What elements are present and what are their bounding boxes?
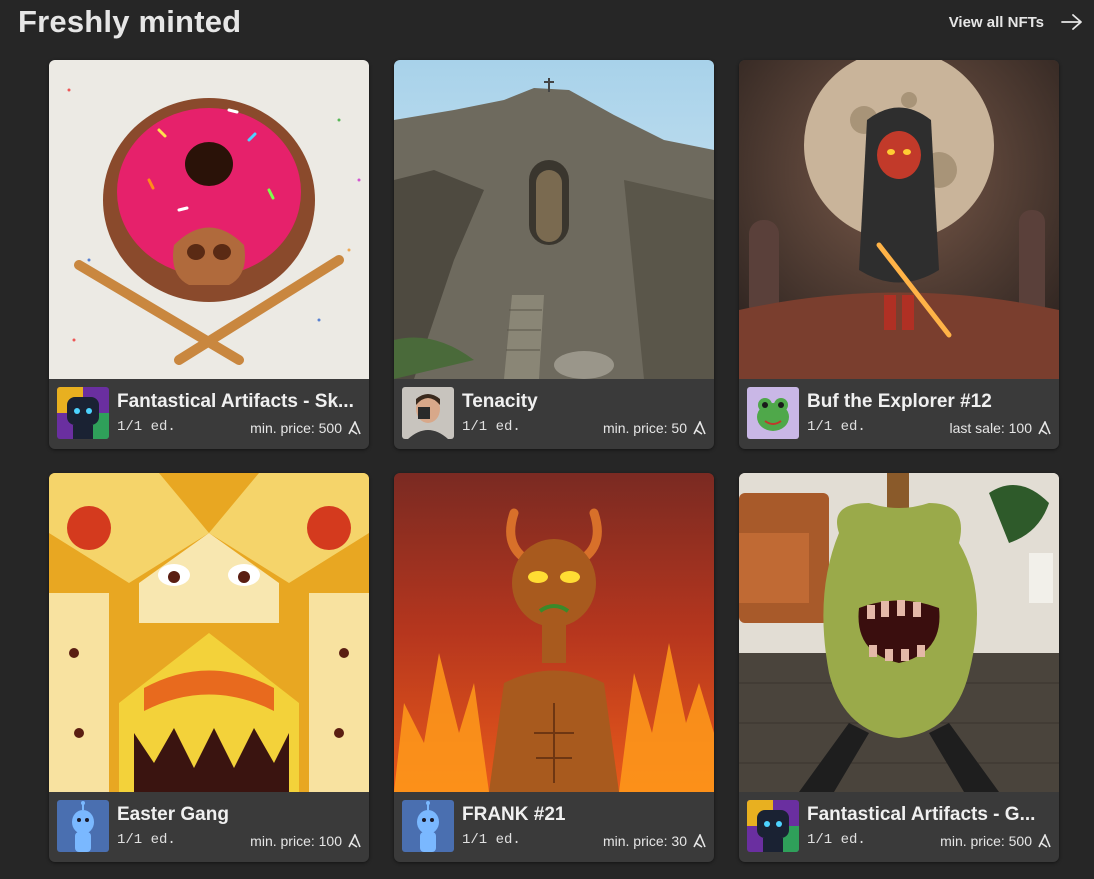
- nft-image-rock-chapel-landscape[interactable]: [394, 60, 714, 379]
- algorand-icon: [1038, 834, 1051, 848]
- nft-card[interactable]: Tenacity 1/1 ed. min. price: 50: [394, 60, 714, 449]
- nft-price: last sale: 100: [950, 420, 1052, 436]
- price-text: min. price: 100: [250, 833, 342, 849]
- view-all-nfts-link[interactable]: View all NFTs: [949, 12, 1084, 32]
- card-info: Fantastical Artifacts - G... 1/1 ed. min…: [739, 792, 1059, 862]
- card-info: Tenacity 1/1 ed. min. price: 50: [394, 379, 714, 449]
- price-text: min. price: 50: [602, 420, 687, 436]
- nft-card[interactable]: Buf the Explorer #12 1/1 ed. last sale: …: [739, 60, 1059, 449]
- man-with-camera-avatar[interactable]: [402, 387, 454, 439]
- view-all-label: View all NFTs: [948, 13, 1044, 31]
- card-info: FRANK #21 1/1 ed. min. price: 30: [394, 792, 714, 862]
- price-text: min. price: 500: [250, 420, 342, 436]
- nft-edition: 1/1 ed.: [462, 419, 521, 435]
- nft-image-devil-fire[interactable]: [394, 473, 714, 792]
- nft-card[interactable]: Fantastical Artifacts - Sk... 1/1 ed. mi…: [49, 60, 369, 449]
- section-header: Freshly minted View all NFTs: [0, 0, 1094, 50]
- nft-edition: 1/1 ed.: [462, 832, 521, 848]
- robot-avatar[interactable]: [747, 800, 799, 852]
- price-text: last sale: 100: [949, 420, 1033, 436]
- robot-avatar[interactable]: [57, 387, 109, 439]
- blue-alien-avatar[interactable]: [57, 800, 109, 852]
- nft-name: Fantastical Artifacts - G...: [807, 804, 1036, 825]
- card-info: Fantastical Artifacts - Sk... 1/1 ed. mi…: [49, 379, 369, 449]
- nft-name: Fantastical Artifacts - Sk...: [117, 391, 354, 412]
- algorand-icon: [693, 834, 706, 848]
- algorand-icon: [348, 421, 361, 435]
- nft-image-hooded-explorer-moon[interactable]: [739, 60, 1059, 379]
- algorand-icon: [348, 834, 361, 848]
- nft-image-monster-guitar[interactable]: [739, 473, 1059, 792]
- nft-price: min. price: 30: [603, 833, 706, 849]
- nft-price: min. price: 50: [603, 420, 706, 436]
- nft-name: FRANK #21: [462, 804, 566, 825]
- card-info: Easter Gang 1/1 ed. min. price: 100: [49, 792, 369, 862]
- algorand-icon: [1038, 421, 1051, 435]
- arrow-right-icon: [1061, 14, 1082, 30]
- nft-card[interactable]: FRANK #21 1/1 ed. min. price: 30: [394, 473, 714, 862]
- price-text: min. price: 500: [940, 833, 1032, 849]
- nft-name: Buf the Explorer #12: [807, 391, 992, 412]
- nft-name: Tenacity: [462, 391, 538, 412]
- nft-card[interactable]: Fantastical Artifacts - G... 1/1 ed. min…: [739, 473, 1059, 862]
- nft-edition: 1/1 ed.: [807, 832, 866, 848]
- card-info: Buf the Explorer #12 1/1 ed. last sale: …: [739, 379, 1059, 449]
- nft-edition: 1/1 ed.: [117, 832, 176, 848]
- nft-edition: 1/1 ed.: [807, 419, 866, 435]
- nft-price: min. price: 500: [250, 420, 361, 436]
- section-title: Freshly minted: [18, 4, 242, 39]
- nft-image-pink-skull-donut[interactable]: [49, 60, 369, 379]
- nft-name: Easter Gang: [117, 804, 229, 825]
- algorand-icon: [693, 421, 706, 435]
- nft-edition: 1/1 ed.: [117, 419, 176, 435]
- nft-image-easter-doodle-pattern[interactable]: [49, 473, 369, 792]
- nft-price: min. price: 100: [250, 833, 361, 849]
- price-text: min. price: 30: [602, 833, 687, 849]
- nft-card[interactable]: Easter Gang 1/1 ed. min. price: 100: [49, 473, 369, 862]
- nft-price: min. price: 500: [940, 833, 1051, 849]
- blue-alien-avatar[interactable]: [402, 800, 454, 852]
- green-frog-avatar[interactable]: [747, 387, 799, 439]
